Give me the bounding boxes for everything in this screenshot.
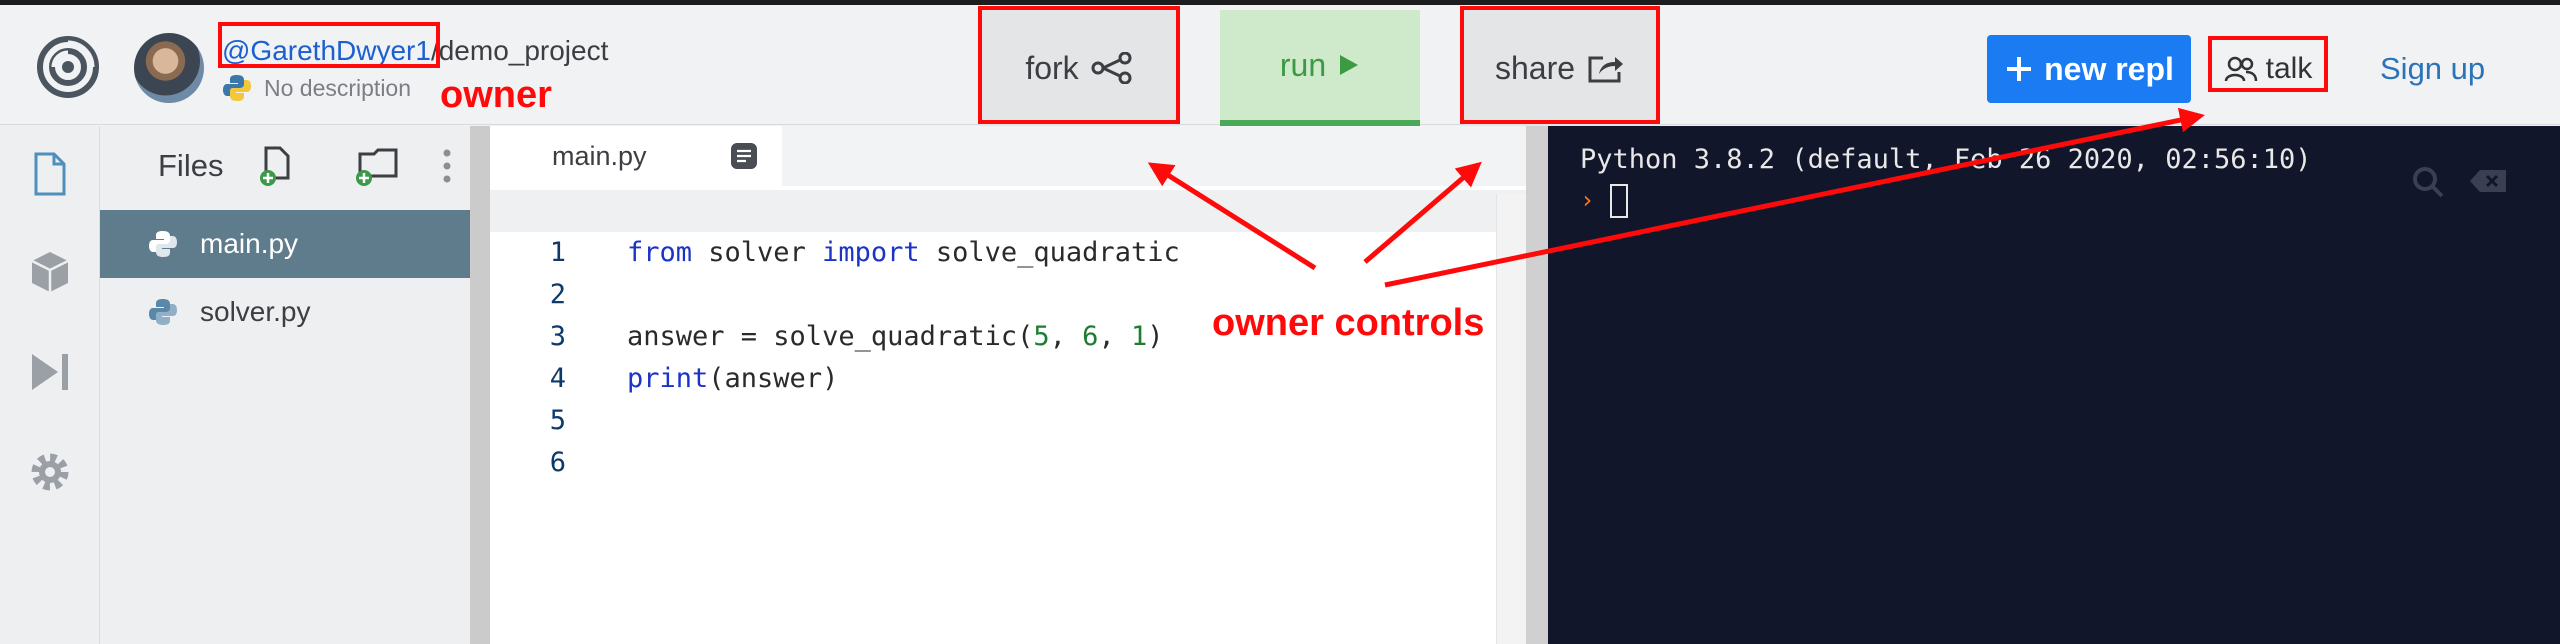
talk-highlight-box bbox=[2208, 36, 2328, 92]
sign-up-link[interactable]: Sign up bbox=[2380, 51, 2485, 87]
fork-highlight-box bbox=[978, 6, 1180, 124]
file-name: solver.py bbox=[200, 296, 311, 327]
plus-icon bbox=[2007, 57, 2032, 81]
file-name: main.py bbox=[200, 228, 299, 259]
play-icon bbox=[1340, 55, 1359, 75]
files-resize-handle[interactable] bbox=[470, 126, 490, 644]
python-file-icon bbox=[149, 299, 177, 325]
run-label: run bbox=[1279, 46, 1327, 83]
console-banner: Python 3.8.2 (default, Feb 26 2020, 02:5… bbox=[1580, 144, 2312, 175]
run-button[interactable]: run bbox=[1220, 10, 1420, 126]
files-header: Files bbox=[100, 126, 470, 206]
left-rail bbox=[0, 126, 100, 644]
new-repl-button[interactable]: new repl bbox=[1987, 35, 2191, 103]
add-folder-icon[interactable] bbox=[352, 144, 402, 188]
line-number: 6 bbox=[549, 447, 566, 478]
replit-logo-icon[interactable] bbox=[36, 35, 100, 99]
settings-gear-icon[interactable] bbox=[26, 448, 74, 496]
file-item-solver-py[interactable]: solver.py bbox=[100, 278, 470, 346]
file-outline-icon[interactable] bbox=[730, 142, 758, 170]
project-name[interactable]: demo_project bbox=[439, 35, 609, 66]
add-file-icon[interactable] bbox=[258, 144, 294, 188]
editor-console-resize-handle[interactable] bbox=[1526, 126, 1548, 644]
replit-workspace: @GarethDwyer1/demo_project No descriptio… bbox=[0, 0, 2560, 644]
packages-icon[interactable] bbox=[26, 248, 74, 296]
owner-annotation: owner bbox=[440, 74, 552, 116]
code-line: 1 from solver import solve_quadratic bbox=[490, 190, 1526, 268]
new-repl-label: new repl bbox=[2044, 50, 2174, 87]
owner-highlight-box bbox=[218, 22, 440, 68]
tab-label: main.py bbox=[552, 140, 647, 171]
console-prompt: › bbox=[1580, 186, 1595, 214]
files-panel: Files main.py solver.py bbox=[100, 126, 470, 644]
editor-tab-bar: main.py bbox=[490, 126, 1526, 186]
editor-scrollbar[interactable] bbox=[1496, 194, 1526, 644]
console-panel[interactable]: Python 3.8.2 (default, Feb 26 2020, 02:5… bbox=[1548, 126, 2560, 644]
clear-console-icon[interactable] bbox=[2468, 168, 2508, 194]
python-language-icon bbox=[223, 75, 251, 101]
description-text: No description bbox=[264, 74, 412, 101]
search-icon[interactable] bbox=[2410, 164, 2446, 200]
files-title: Files bbox=[158, 148, 224, 183]
file-item-main-py[interactable]: main.py bbox=[100, 210, 470, 278]
code-line: 5 bbox=[490, 358, 1526, 436]
more-options-icon[interactable] bbox=[442, 148, 452, 184]
code-editor[interactable]: main.py 1 from solver import solve_quadra… bbox=[490, 126, 1526, 644]
console-cursor bbox=[1610, 184, 1628, 218]
files-icon[interactable] bbox=[26, 150, 74, 198]
owner-avatar[interactable] bbox=[134, 33, 204, 103]
code-line: 6 bbox=[490, 400, 1526, 478]
python-file-icon bbox=[149, 231, 177, 257]
owner-controls-annotation: owner controls bbox=[1212, 302, 1485, 344]
repl-description: No description bbox=[222, 73, 411, 103]
share-highlight-box bbox=[1460, 6, 1660, 124]
editor-tab-main-py[interactable]: main.py bbox=[490, 126, 782, 186]
code-line: 2 bbox=[490, 232, 1526, 310]
debugger-icon[interactable] bbox=[26, 348, 74, 396]
